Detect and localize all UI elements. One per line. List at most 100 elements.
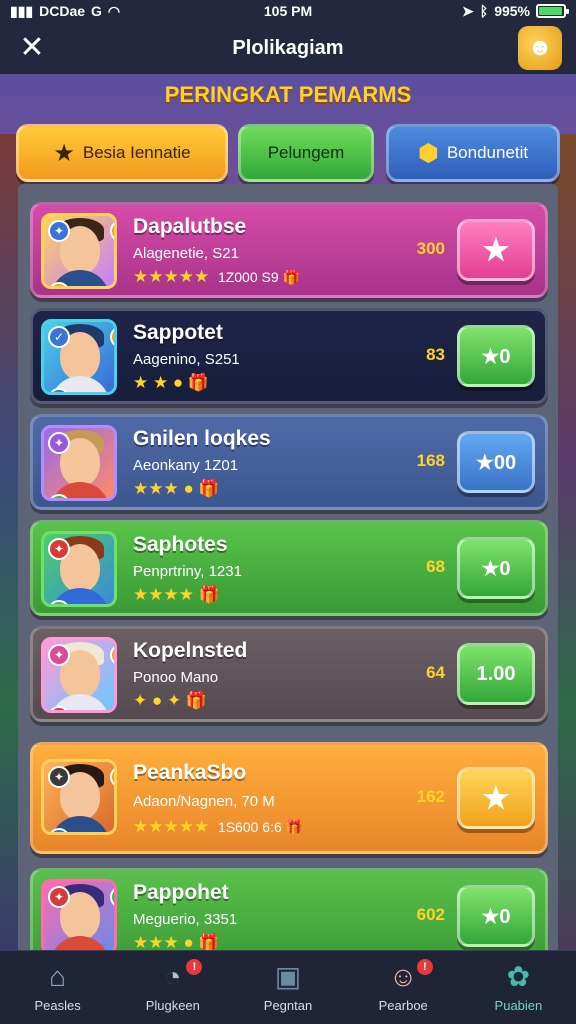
bag-icon: ▣	[274, 961, 302, 992]
reward-button[interactable]: ★	[457, 219, 535, 281]
rank-badge-icon: ●	[110, 766, 114, 788]
player-detail: Alagenetie, S21	[133, 245, 239, 262]
nav-label: Peasles	[34, 998, 81, 1013]
location-icon: ➤	[462, 2, 474, 19]
reward-button[interactable]: 1.00	[457, 643, 535, 705]
reward-button[interactable]: ★0	[457, 325, 535, 387]
leaderboard-row[interactable]: ✦ ● ✦ Saphotes Penprtriny, 1231 ★★★★ 🎁 6…	[30, 520, 548, 616]
close-icon[interactable]: ✕	[14, 30, 50, 66]
player-name: Sappotet	[133, 321, 223, 344]
player-name: PeankaSbo	[133, 761, 247, 784]
signal-icon: ▮▮▮	[10, 2, 34, 19]
avatar: ✓ ● ✦	[41, 319, 117, 395]
player-score: 83	[426, 345, 445, 364]
star-rating: ★★★ ● 🎁	[133, 479, 220, 498]
network-label: G	[91, 3, 102, 19]
player-name: Dapalutbse	[133, 215, 247, 238]
nav-label: Plugkeen	[145, 998, 200, 1013]
home-icon: ⌂	[49, 961, 67, 992]
nav-label: Pegntan	[263, 998, 313, 1013]
leaderboard-row[interactable]: ✓ ● ✦ Sappotet Aagenino, S251 ★ ★ ● 🎁 83…	[30, 308, 548, 404]
game-scene: PERINGKAT PEMARMS ★ Besia Iennatie Pelun…	[0, 74, 576, 950]
leaderboard-list: ✦ ● ● Dapalutbse Alagenetie, S21 ★★★★★ 1…	[18, 184, 558, 950]
bonus-badge-icon: ✦	[110, 828, 114, 832]
star-rating: ★★★★★	[133, 817, 210, 836]
reward-icons: ★★★★ 🎁	[133, 585, 220, 605]
star-rating: ✦ ● ✦ 🎁	[133, 691, 208, 710]
leaderboard-row[interactable]: ✦ ● Pappohet Meguerio, 3351 ★★★ ● 🎁 602 …	[30, 868, 548, 950]
level-badge-icon: ✓	[48, 326, 70, 348]
shield-icon: ⬢	[417, 139, 439, 167]
profile-avatar[interactable]: ☻	[518, 26, 562, 70]
nav-item-plugkeen[interactable]: ◔ ! Plugkeen	[115, 951, 230, 1024]
rank-badge-icon: ●	[110, 220, 114, 242]
wifi-icon: ◠	[107, 2, 121, 19]
reward-button[interactable]: ★0	[457, 885, 535, 947]
reward-icons: ★★★★★ 1S600 6:6 🎁	[133, 817, 303, 837]
nav-item-pearboe[interactable]: ☺ ! Pearboe	[346, 951, 461, 1024]
star-icon: ★	[53, 139, 75, 167]
tab-bondunetit[interactable]: ⬢ Bondunetit	[386, 124, 560, 182]
reward-button[interactable]: ★00	[457, 431, 535, 493]
page-title: Plolikagiam	[232, 36, 344, 59]
avatar-body	[50, 694, 110, 710]
leaderboard-row[interactable]: ✦ ● ● Dapalutbse Alagenetie, S21 ★★★★★ 1…	[30, 202, 548, 298]
reward-button[interactable]: ★0	[457, 537, 535, 599]
nav-label: Pearboe	[378, 998, 428, 1013]
player-detail: Adaon/Nagnen, 70 M	[133, 793, 275, 810]
character-icon: ☻	[527, 34, 553, 61]
reward-icons: ★★★ ● 🎁	[133, 933, 220, 950]
tab-besia[interactable]: ★ Besia Iennatie	[16, 124, 228, 182]
reward-extra: 1S600 6:6 🎁	[217, 819, 304, 835]
tab-label: Bondunetit	[446, 143, 529, 162]
tab-bar: ★ Besia Iennatie Pelungem ⬢ Bondunetit	[16, 124, 560, 184]
reward-icons: ★★★ ● 🎁	[133, 479, 220, 499]
nav-item-peasles[interactable]: ⌂ Peasles	[0, 951, 115, 1024]
rank-badge-icon: ●	[110, 326, 114, 348]
star-rating: ★★★★★	[133, 267, 210, 286]
leaderboard-row[interactable]: ✦ ✓ Gnilen loqkes Aeonkany 1Z01 ★★★ ● 🎁 …	[30, 414, 548, 510]
bottom-nav: ⌂ Peasles ◔ ! Plugkeen ▣ Pegntan ☺ ! Pea…	[0, 950, 576, 1024]
avatar: ✦ ✓	[41, 425, 117, 501]
leaderboard-row[interactable]: ✦ ● ✦ Kopelnsted Ponoo Mano ✦ ● ✦ 🎁 64 1…	[30, 626, 548, 722]
rank-badge-icon: ●	[110, 886, 114, 908]
notification-badge: !	[416, 959, 433, 975]
player-score: 68	[426, 557, 445, 576]
player-name: Saphotes	[133, 533, 228, 556]
player-score: 168	[416, 451, 445, 470]
star-rating: ★ ★ ● 🎁	[133, 373, 210, 392]
battery-fill	[539, 7, 562, 15]
player-name: Gnilen loqkes	[133, 427, 271, 450]
player-detail: Aeonkany 1Z01	[133, 457, 239, 474]
avatar: ✦ ● ✦	[41, 531, 117, 607]
avatar-body	[50, 936, 110, 950]
player-detail: Aagenino, S251	[133, 351, 240, 368]
top-bar: ✕ Plolikagiam ☻	[0, 22, 576, 74]
player-name: Pappohet	[133, 881, 229, 904]
reward-icons: ★ ★ ● 🎁	[133, 373, 209, 393]
bonus-badge-icon: ●	[110, 600, 114, 604]
level-badge-icon: ✦	[48, 538, 70, 560]
player-score: 162	[416, 787, 445, 806]
rank-badge-icon: ●	[110, 644, 114, 666]
level-badge-icon: ✦	[48, 886, 70, 908]
avatar-body	[50, 376, 110, 392]
reward-button[interactable]: ★	[457, 767, 535, 829]
level-badge-icon: ✦	[48, 220, 70, 242]
level-badge-icon: ✦	[48, 644, 70, 666]
player-name: Kopelnsted	[133, 639, 248, 662]
player-score: 300	[416, 239, 445, 258]
nav-item-pegntan[interactable]: ▣ Pegntan	[230, 951, 345, 1024]
nav-item-puabien[interactable]: ✿ Puabien	[461, 951, 576, 1024]
battery-icon	[536, 4, 569, 18]
player-detail: Meguerio, 3351	[133, 911, 238, 928]
level-badge-icon: ✦	[48, 432, 70, 454]
reward-icons: ★★★★★ 1Z000 S9 🎁	[133, 267, 300, 287]
tab-pelungem[interactable]: Pelungem	[238, 124, 374, 182]
pet-icon: ☺	[388, 961, 418, 992]
reward-extra: 1Z000 S9 🎁	[217, 269, 300, 285]
avatar: ✦ ● ● ✦	[41, 759, 117, 835]
avatar: ✦ ● ●	[41, 213, 117, 289]
leaderboard-row-current-user[interactable]: ✦ ● ● ✦ PeankaSbo Adaon/Nagnen, 70 M ★★★…	[30, 742, 548, 854]
puzzle-icon: ✿	[506, 961, 531, 992]
